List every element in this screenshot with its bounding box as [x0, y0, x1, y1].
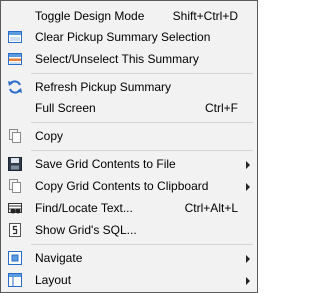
menu-item-shortcut: Shift+Ctrl+D	[172, 9, 238, 23]
select-summary-icon	[7, 51, 23, 67]
menu-item-save-grid-contents[interactable]: Save Grid Contents to File	[1, 153, 257, 175]
binoculars-icon	[7, 200, 23, 216]
menu-item-label: Layout	[35, 273, 72, 287]
menu-item-label: Show Grid's SQL...	[35, 223, 137, 237]
menu-item-label: Select/Unselect This Summary	[35, 52, 199, 66]
copy-icon	[7, 128, 23, 144]
menu-item-label: Copy	[35, 129, 64, 143]
menu-item-layout[interactable]: Layout	[1, 269, 257, 291]
save-icon	[7, 156, 23, 172]
clear-selection-icon	[7, 29, 23, 45]
navigate-icon	[7, 250, 23, 266]
menu-item-label: Save Grid Contents to File	[35, 157, 176, 171]
menu-item-show-grid-sql[interactable]: Show Grid's SQL...	[1, 219, 257, 241]
menu-item-copy-grid-contents[interactable]: Copy Grid Contents to Clipboard	[1, 175, 257, 197]
menu-item-label: Find/Locate Text...	[35, 201, 133, 215]
separator	[31, 244, 253, 245]
menu-item-shortcut: Ctrl+Alt+L	[184, 201, 238, 215]
menu-item-copy[interactable]: Copy	[1, 125, 257, 147]
submenu-arrow-icon	[246, 161, 250, 169]
menu-item-find-locate-text[interactable]: Find/Locate Text... Ctrl+Alt+L	[1, 197, 257, 219]
menu-item-label: Full Screen	[35, 101, 96, 115]
submenu-arrow-icon	[246, 255, 250, 263]
separator	[31, 73, 253, 74]
submenu-arrow-icon	[246, 183, 250, 191]
refresh-icon	[7, 79, 23, 95]
menu-item-shortcut: Ctrl+F	[205, 101, 238, 115]
context-menu: Toggle Design Mode Shift+Ctrl+D Clear Pi…	[0, 0, 258, 293]
menu-item-select-unselect-summary[interactable]: Select/Unselect This Summary	[1, 48, 257, 70]
sql-icon	[7, 222, 23, 238]
menu-item-label: Refresh Pickup Summary	[35, 80, 172, 94]
menu-item-clear-pickup-summary-selection[interactable]: Clear Pickup Summary Selection	[1, 26, 257, 48]
menu-item-full-screen[interactable]: Full Screen Ctrl+F	[1, 97, 257, 119]
menu-item-label: Navigate	[35, 251, 83, 265]
menu-item-label: Toggle Design Mode	[35, 9, 145, 23]
menu-item-toggle-design-mode[interactable]: Toggle Design Mode Shift+Ctrl+D	[1, 5, 257, 27]
clipboard-icon	[7, 178, 23, 194]
separator	[31, 150, 253, 151]
menu-item-refresh-pickup-summary[interactable]: Refresh Pickup Summary	[1, 76, 257, 98]
separator	[31, 122, 253, 123]
menu-item-label: Clear Pickup Summary Selection	[35, 30, 211, 44]
menu-item-label: Copy Grid Contents to Clipboard	[35, 179, 209, 193]
menu-item-navigate[interactable]: Navigate	[1, 247, 257, 269]
layout-icon	[7, 272, 23, 288]
submenu-arrow-icon	[246, 277, 250, 285]
